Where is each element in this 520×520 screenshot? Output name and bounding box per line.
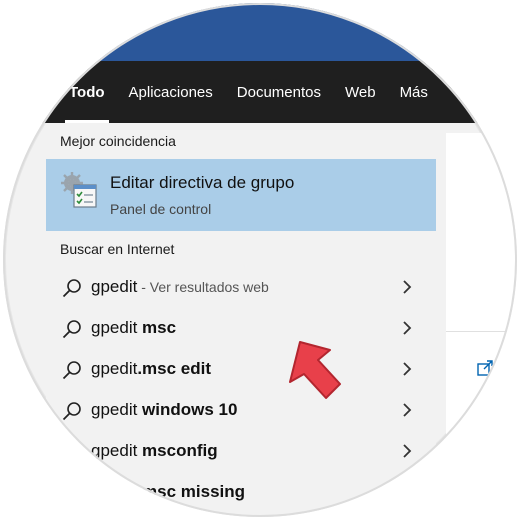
group-policy-icon [61,172,97,208]
search-icon [62,320,81,339]
web-result-text: gpedit msconfig [91,441,218,460]
tab-aplicaciones[interactable]: Aplicaciones [129,61,213,123]
best-match-heading: Mejor coincidencia [60,133,176,149]
web-result-text: gpedit.msc edit [91,359,212,378]
search-icon [62,279,81,298]
chevron-right-icon[interactable] [400,320,414,336]
best-match-item[interactable]: Editar directiva de grupo Panel de contr… [46,159,436,231]
best-match-title: Editar directiva de grupo [110,173,295,192]
circular-crop: Todo Aplicaciones Documentos Web Más Mej… [3,3,517,517]
search-icon [62,402,81,421]
web-result-row[interactable]: gpedit msc missing [46,472,436,513]
web-result-text: gpedit windows 10 [91,400,238,419]
screenshot-frame: Todo Aplicaciones Documentos Web Más Mej… [0,0,520,520]
open-external-icon[interactable] [476,359,494,377]
web-result-text: gpedit msc missing [91,482,246,501]
chevron-right-icon[interactable] [400,279,414,295]
best-match-subtitle: Panel de control [110,201,212,217]
internet-heading: Buscar en Internet [60,241,175,257]
web-result-row[interactable]: gpedit windows 10 [46,390,436,431]
web-result-row[interactable]: gpedit msc [46,308,436,349]
chevron-right-icon[interactable] [400,402,414,418]
preview-divider [446,331,517,332]
web-result-row[interactable]: gpedit.msc edit [46,349,436,390]
web-result-row[interactable]: gpedit msconfig [46,431,436,472]
search-icon [62,484,81,503]
chevron-right-icon[interactable] [400,443,414,459]
chevron-right-icon[interactable] [400,361,414,377]
web-result-text: gpedit msc [91,318,177,337]
search-tab-bar: Todo Aplicaciones Documentos Web Más [3,61,517,123]
web-result-row[interactable]: gpedit - Ver resultados web [46,267,436,308]
tab-web[interactable]: Web [345,61,376,123]
search-icon [62,361,81,380]
preview-pane [446,133,517,517]
search-icon [62,443,81,462]
red-pointer-arrow-icon [289,341,341,399]
tab-mas[interactable]: Más [400,61,428,123]
web-result-text: gpedit - Ver resultados web [91,277,269,296]
web-result-hint: - Ver resultados web [137,279,269,295]
title-band [3,3,517,61]
tab-documentos[interactable]: Documentos [237,61,321,123]
results-panel: Mejor coincidencia Editar directiva de g… [46,123,436,517]
tab-todo[interactable]: Todo [65,61,109,123]
